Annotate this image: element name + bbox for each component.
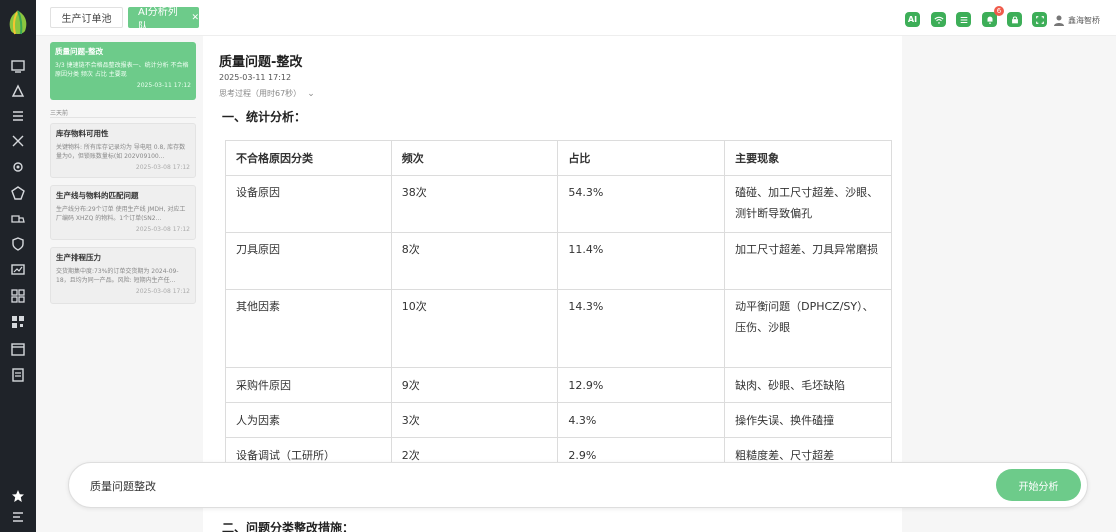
quality-icon[interactable]	[10, 185, 26, 201]
chat-input[interactable]: 质量问题整改	[90, 478, 156, 494]
table-header-cell: 不合格原因分类	[225, 140, 392, 176]
lock-icon[interactable]	[1007, 12, 1022, 27]
table-cell: 8次	[390, 232, 559, 290]
conversation-desc: 交货期集中度:73%的订单交货期为 2024-09-18，且均为同一产品。风险:…	[56, 268, 179, 284]
tab-label: 生产订单池	[61, 14, 112, 25]
chevron-down-icon: ⌄	[307, 88, 315, 99]
table-row: 采购件原因 9次 12.9% 缺肉、砂眼、毛坯缺陷	[225, 367, 892, 403]
user-menu[interactable]: 鑫海智桥	[1053, 12, 1100, 28]
menu-collapse-icon[interactable]	[10, 509, 26, 525]
table-cell: 刀具原因	[225, 232, 392, 290]
tab-label: AI分析列队	[138, 6, 178, 33]
section-heading: 一、统计分析：	[222, 110, 307, 124]
table-cell: 38次	[390, 175, 559, 233]
conversation-item[interactable]: 生产线与物料的匹配问题 生产线分布:29个订单 使用生产线 JMDH, 对应工厂…	[50, 185, 196, 240]
conversation-desc: 3/3 捷速链不合格品整改报表一、统计分析 不合格原因分类 频次 占比 主要现	[55, 62, 189, 78]
conversation-desc: 关键物料: 所有库存记录均为 导电咀 0.8, 库存数量为0，但锁账数量标(如 …	[56, 144, 186, 160]
table-cell: 缺肉、砂眼、毛坯缺陷	[724, 367, 892, 403]
table-header-cell: 主要现象	[724, 140, 892, 176]
group-label: 三天前	[50, 110, 69, 117]
thinking-label: 思考过程（用时67秒）	[219, 89, 302, 98]
right-panel	[902, 36, 1116, 532]
table-row: 设备原因 38次 54.3% 磕碰、加工尺寸超差、沙眼、测针断导致偏孔	[225, 175, 892, 233]
user-name: 鑫海智桥	[1068, 15, 1100, 25]
divider	[50, 117, 196, 118]
table-cell: 设备原因	[225, 175, 392, 233]
table-cell: 10次	[390, 289, 559, 368]
table-row: 人为因素 3次 4.3% 操作失误、换件磕撞	[225, 402, 892, 438]
conversation-list: 质量问题-整改 3/3 捷速链不合格品整改报表一、统计分析 不合格原因分类 频次…	[36, 36, 203, 532]
table-cell: 54.3%	[557, 175, 726, 233]
qr-code-icon[interactable]	[10, 314, 26, 330]
chat-input-bar: 质量问题整改 开始分析	[68, 462, 1088, 508]
table-header-row: 不合格原因分类 频次 占比 主要现象	[225, 140, 892, 176]
table-row: 刀具原因 8次 11.4% 加工尺寸超差、刀具异常磨损	[225, 232, 892, 290]
table-cell: 操作失误、换件磕撞	[724, 402, 892, 438]
table-cell: 9次	[390, 367, 559, 403]
table-cell: 其他因素	[225, 289, 392, 368]
monitor-chart-icon[interactable]	[10, 262, 26, 278]
table-header-cell: 占比	[557, 140, 726, 176]
table-header-cell: 频次	[390, 140, 559, 176]
conversation-time: 2025-03-11 17:12	[136, 82, 191, 89]
table-cell: 采购件原因	[225, 367, 392, 403]
table-cell: 3次	[390, 402, 559, 438]
close-icon[interactable]: ✕	[191, 13, 199, 23]
table-cell: 人为因素	[225, 402, 392, 438]
message-panel: 质量问题-整改 2025-03-11 17:12 思考过程（用时67秒） ⌄ 一…	[210, 40, 902, 532]
dashboard-icon[interactable]	[10, 58, 26, 74]
table-cell: 加工尺寸超差、刀具异常磨损	[724, 232, 892, 290]
conversation-item[interactable]: 生产排程压力 交货期集中度:73%的订单交货期为 2024-09-18，且均为同…	[50, 247, 196, 304]
apps-grid-icon[interactable]	[10, 288, 26, 304]
conversation-item[interactable]: 质量问题-整改 3/3 捷速链不合格品整改报表一、统计分析 不合格原因分类 频次…	[50, 42, 196, 100]
conversation-item[interactable]: 库存物料可用性 关键物料: 所有库存记录均为 导电咀 0.8, 库存数量为0，但…	[50, 123, 196, 178]
report-icon[interactable]	[10, 367, 26, 383]
conversation-desc: 生产线分布:29个订单 使用生产线 JMDH, 对应工厂编码 XHZQ 的物料。…	[56, 206, 186, 222]
task-list-icon[interactable]	[10, 108, 26, 124]
message-title: 质量问题-整改	[219, 55, 303, 70]
conversation-title: 生产线与物料的匹配问题	[56, 191, 139, 200]
star-icon[interactable]	[10, 488, 26, 504]
shield-icon[interactable]	[10, 236, 26, 252]
table-cell: 12.9%	[557, 367, 726, 403]
conversation-time: 2025-03-08 17:12	[135, 226, 190, 233]
conversation-time: 2025-03-08 17:12	[135, 164, 190, 171]
conversation-title: 质量问题-整改	[55, 47, 104, 56]
logistics-icon[interactable]	[10, 211, 26, 227]
conversation-time: 2025-03-08 17:12	[135, 288, 190, 295]
table-cell: 11.4%	[557, 232, 726, 290]
settings-gear-icon[interactable]	[10, 159, 26, 175]
table-cell: 动平衡问题（DPHCZ/SY）、压伤、沙眼	[724, 289, 892, 368]
table-cell: 4.3%	[557, 402, 726, 438]
start-analysis-button[interactable]: 开始分析	[996, 469, 1081, 501]
left-nav-rail	[0, 0, 36, 532]
conversation-title: 库存物料可用性	[56, 129, 109, 138]
statistics-table: 不合格原因分类 频次 占比 主要现象 设备原因 38次 54.3% 磕碰、加工尺…	[225, 140, 892, 473]
fullscreen-icon[interactable]	[1032, 12, 1047, 27]
leaf-logo-icon	[9, 10, 27, 35]
table-row: 其他因素 10次 14.3% 动平衡问题（DPHCZ/SY）、压伤、沙眼	[225, 289, 892, 368]
thinking-toggle[interactable]: 思考过程（用时67秒） ⌄	[219, 88, 315, 99]
production-icon[interactable]	[10, 83, 26, 99]
table-cell: 磕碰、加工尺寸超差、沙眼、测针断导致偏孔	[724, 175, 892, 233]
section-heading: 二、问题分类整改措施：	[222, 521, 355, 532]
notification-badge: 6	[994, 6, 1004, 16]
wifi-icon[interactable]	[931, 12, 946, 27]
tab-ai-analysis-queue[interactable]: AI分析列队 ✕	[128, 7, 199, 33]
user-avatar-icon	[1054, 15, 1064, 26]
tools-icon[interactable]	[10, 133, 26, 149]
conversation-title: 生产排程压力	[56, 253, 101, 262]
calendar-icon[interactable]	[10, 341, 26, 357]
top-bar: 生产订单池 AI分析列队 ✕ AI 6 鑫海智桥	[36, 0, 1116, 36]
ai-icon[interactable]: AI	[905, 12, 920, 27]
table-cell: 14.3%	[557, 289, 726, 368]
list-icon[interactable]	[956, 12, 971, 27]
message-time: 2025-03-11 17:12	[219, 73, 292, 82]
tab-production-orders[interactable]: 生产订单池	[50, 7, 123, 28]
